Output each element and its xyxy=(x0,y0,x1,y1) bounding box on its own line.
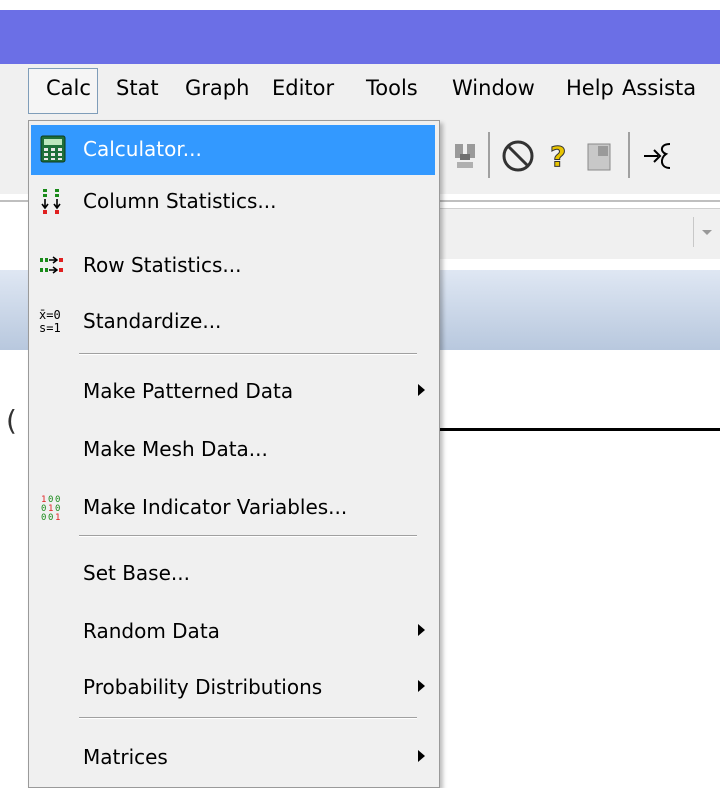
menu-item-probability-distributions[interactable]: Probability Distributions xyxy=(31,663,435,713)
calculator-icon xyxy=(39,135,67,163)
window-title-bar xyxy=(0,10,720,64)
svg-text:1: 1 xyxy=(55,513,60,521)
combo-dropdown-button[interactable] xyxy=(693,217,720,247)
row-statistics-icon xyxy=(39,251,67,279)
menu-graph[interactable]: Graph xyxy=(185,76,249,100)
worksheet-link-icon[interactable] xyxy=(642,136,678,176)
standardize-icon: x̄=0 s=1 xyxy=(39,308,61,335)
menu-item-label: Make Patterned Data xyxy=(83,379,294,403)
menu-bar: Calc Stat Graph Editor Tools Window Help… xyxy=(0,64,720,119)
menu-item-label: Column Statistics... xyxy=(83,189,277,213)
menu-help[interactable]: Help xyxy=(566,76,614,100)
chevron-down-icon xyxy=(702,230,712,235)
find-icon[interactable] xyxy=(452,138,478,174)
menu-item-row-statistics[interactable]: Row Statistics... xyxy=(31,241,435,291)
menu-stat[interactable]: Stat xyxy=(116,76,159,100)
menu-item-matrices[interactable]: Matrices xyxy=(31,733,435,783)
menu-item-label: Probability Distributions xyxy=(83,675,323,699)
calc-menu-dropdown: Calculator... Column Statistics... Row S… xyxy=(28,120,440,788)
partial-text: ( xyxy=(6,404,17,437)
svg-text:0: 0 xyxy=(48,513,53,521)
menu-editor[interactable]: Editor xyxy=(272,76,334,100)
menu-item-random-data[interactable]: Random Data xyxy=(31,607,435,657)
menu-separator xyxy=(79,535,417,537)
svg-text:0: 0 xyxy=(41,513,46,521)
menu-separator xyxy=(79,717,417,719)
toolbar-separator xyxy=(488,132,490,178)
separator-line xyxy=(430,428,720,431)
menu-tools[interactable]: Tools xyxy=(366,76,418,100)
menu-window[interactable]: Window xyxy=(452,76,535,100)
menu-item-make-patterned-data[interactable]: Make Patterned Data xyxy=(31,367,435,417)
submenu-arrow-icon xyxy=(418,624,425,636)
menu-item-make-mesh-data[interactable]: Make Mesh Data... xyxy=(31,425,435,475)
menu-item-calculator[interactable]: Calculator... xyxy=(31,125,435,175)
menu-item-set-base[interactable]: Set Base... xyxy=(31,549,435,599)
menu-calc[interactable]: Calc xyxy=(46,76,91,100)
submenu-arrow-icon xyxy=(418,750,425,762)
menu-item-label: Make Indicator Variables... xyxy=(83,495,348,519)
menu-item-label: Make Mesh Data... xyxy=(83,437,268,461)
menu-item-label: Matrices xyxy=(83,745,168,769)
menu-item-label: Set Base... xyxy=(83,561,190,585)
help-question-icon[interactable]: ? xyxy=(546,138,572,174)
cancel-icon[interactable] xyxy=(500,138,536,174)
menu-item-label: Random Data xyxy=(83,619,220,643)
menu-item-column-statistics[interactable]: Column Statistics... xyxy=(31,177,435,227)
svg-text:?: ? xyxy=(550,140,566,173)
menu-item-label: Calculator... xyxy=(83,137,202,161)
menu-item-standardize[interactable]: x̄=0 s=1 Standardize... xyxy=(31,297,435,347)
indicator-variables-icon: 1 0 0 0 1 0 0 0 1 xyxy=(39,493,67,523)
toolbar-combo[interactable] xyxy=(440,208,720,259)
menu-separator xyxy=(79,353,417,355)
menu-item-label: Standardize... xyxy=(83,309,222,333)
menu-item-label: Row Statistics... xyxy=(83,253,242,277)
submenu-arrow-icon xyxy=(418,384,425,396)
toolbar-separator xyxy=(628,132,630,178)
menu-assistant[interactable]: Assista xyxy=(622,76,696,100)
sigma-icon[interactable] xyxy=(584,140,614,174)
menu-item-make-indicator-variables[interactable]: 1 0 0 0 1 0 0 0 1 Make Indicator Variabl… xyxy=(31,483,435,533)
column-statistics-icon xyxy=(39,187,67,215)
submenu-arrow-icon xyxy=(418,680,425,692)
